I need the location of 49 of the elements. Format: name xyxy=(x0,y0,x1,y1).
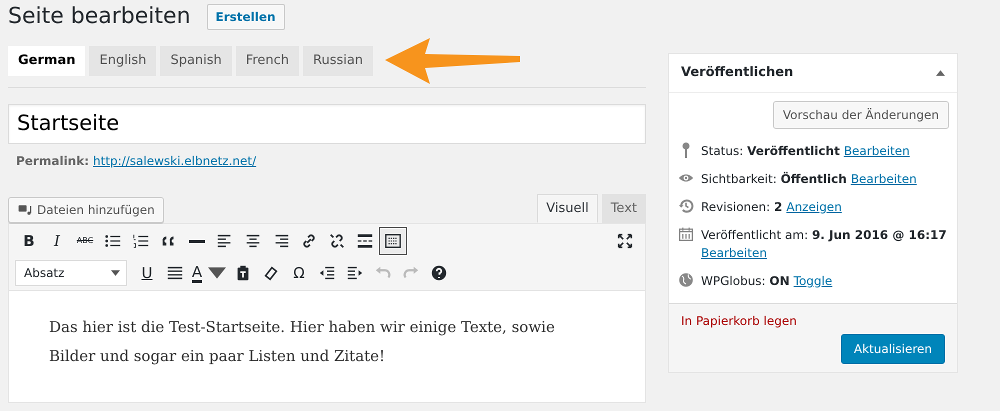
preview-button[interactable]: Vorschau der Änderungen xyxy=(772,100,949,128)
help-icon xyxy=(430,264,448,282)
broken-link-icon xyxy=(328,232,346,250)
update-button[interactable]: Aktualisieren xyxy=(840,334,945,364)
meta-text: Status: Veröffentlicht xyxy=(701,142,840,160)
meta-text: Sichtbarkeit: Öffentlich xyxy=(701,170,847,188)
language-tab[interactable]: German xyxy=(8,46,86,76)
editor-tab[interactable]: Text xyxy=(602,194,646,224)
format-button[interactable]: U xyxy=(133,259,161,288)
trash-link[interactable]: In Papierkorb legen xyxy=(681,312,945,330)
edit-link[interactable]: Bearbeiten xyxy=(850,170,917,188)
keyboard-icon xyxy=(384,232,402,250)
meta-text: WPGlobus: ON xyxy=(701,272,790,290)
fullscreen-icon xyxy=(616,232,634,250)
keyboard-button[interactable] xyxy=(379,227,407,256)
language-tab[interactable]: French xyxy=(236,46,299,76)
caret-icon xyxy=(111,270,120,276)
edit-link[interactable]: Toggle xyxy=(794,272,832,290)
format-select[interactable]: Absatz xyxy=(15,260,127,286)
editor-tab[interactable]: Visuell xyxy=(537,194,598,224)
read-more-icon xyxy=(356,232,374,250)
eraser-icon xyxy=(262,264,280,282)
globe-icon xyxy=(677,272,695,288)
box-title: Veröffentlichen xyxy=(681,64,794,82)
numbered-list-icon xyxy=(132,232,150,250)
language-tab[interactable]: Russian xyxy=(303,46,374,76)
edit-link[interactable]: Bearbeiten xyxy=(844,142,910,160)
calendar-icon xyxy=(677,226,695,242)
format-button[interactable]: Ω xyxy=(285,259,313,288)
page-title: Seite bearbeiten xyxy=(8,4,191,30)
add-new-button[interactable]: Erstellen xyxy=(206,4,285,30)
meta-text: Veröffentlicht am: 9. Jun 2016 @ 16:17 xyxy=(701,226,947,244)
permalink-label: Permalink: xyxy=(16,152,90,170)
format-button[interactable]: ABC xyxy=(71,227,99,256)
permalink-link[interactable]: http://salewski.elbnetz.net/ xyxy=(93,152,256,170)
add-media-button[interactable]: Dateien hinzufügen xyxy=(8,197,164,224)
edit-link[interactable]: Bearbeiten xyxy=(701,244,767,262)
pin-icon xyxy=(682,142,690,158)
content-paragraph: Das hier ist die Test-Startseite. Hier haben wir einige Texte, sowie Bilder und sogar ein paar Listen und Zitate! xyxy=(49,317,556,368)
collapse-toggle-icon[interactable] xyxy=(936,70,945,76)
title-field[interactable]: Startseite xyxy=(8,104,646,144)
format-button[interactable]: I xyxy=(43,227,71,256)
language-tab[interactable]: Spanish xyxy=(160,46,232,76)
format-button[interactable]: A xyxy=(189,259,229,288)
meta-text: Revisionen: 2 xyxy=(701,198,782,216)
edit-link[interactable]: Anzeigen xyxy=(786,198,842,216)
language-tab[interactable]: English xyxy=(89,46,156,76)
history-icon xyxy=(677,198,695,214)
format-button[interactable]: B xyxy=(15,227,43,256)
